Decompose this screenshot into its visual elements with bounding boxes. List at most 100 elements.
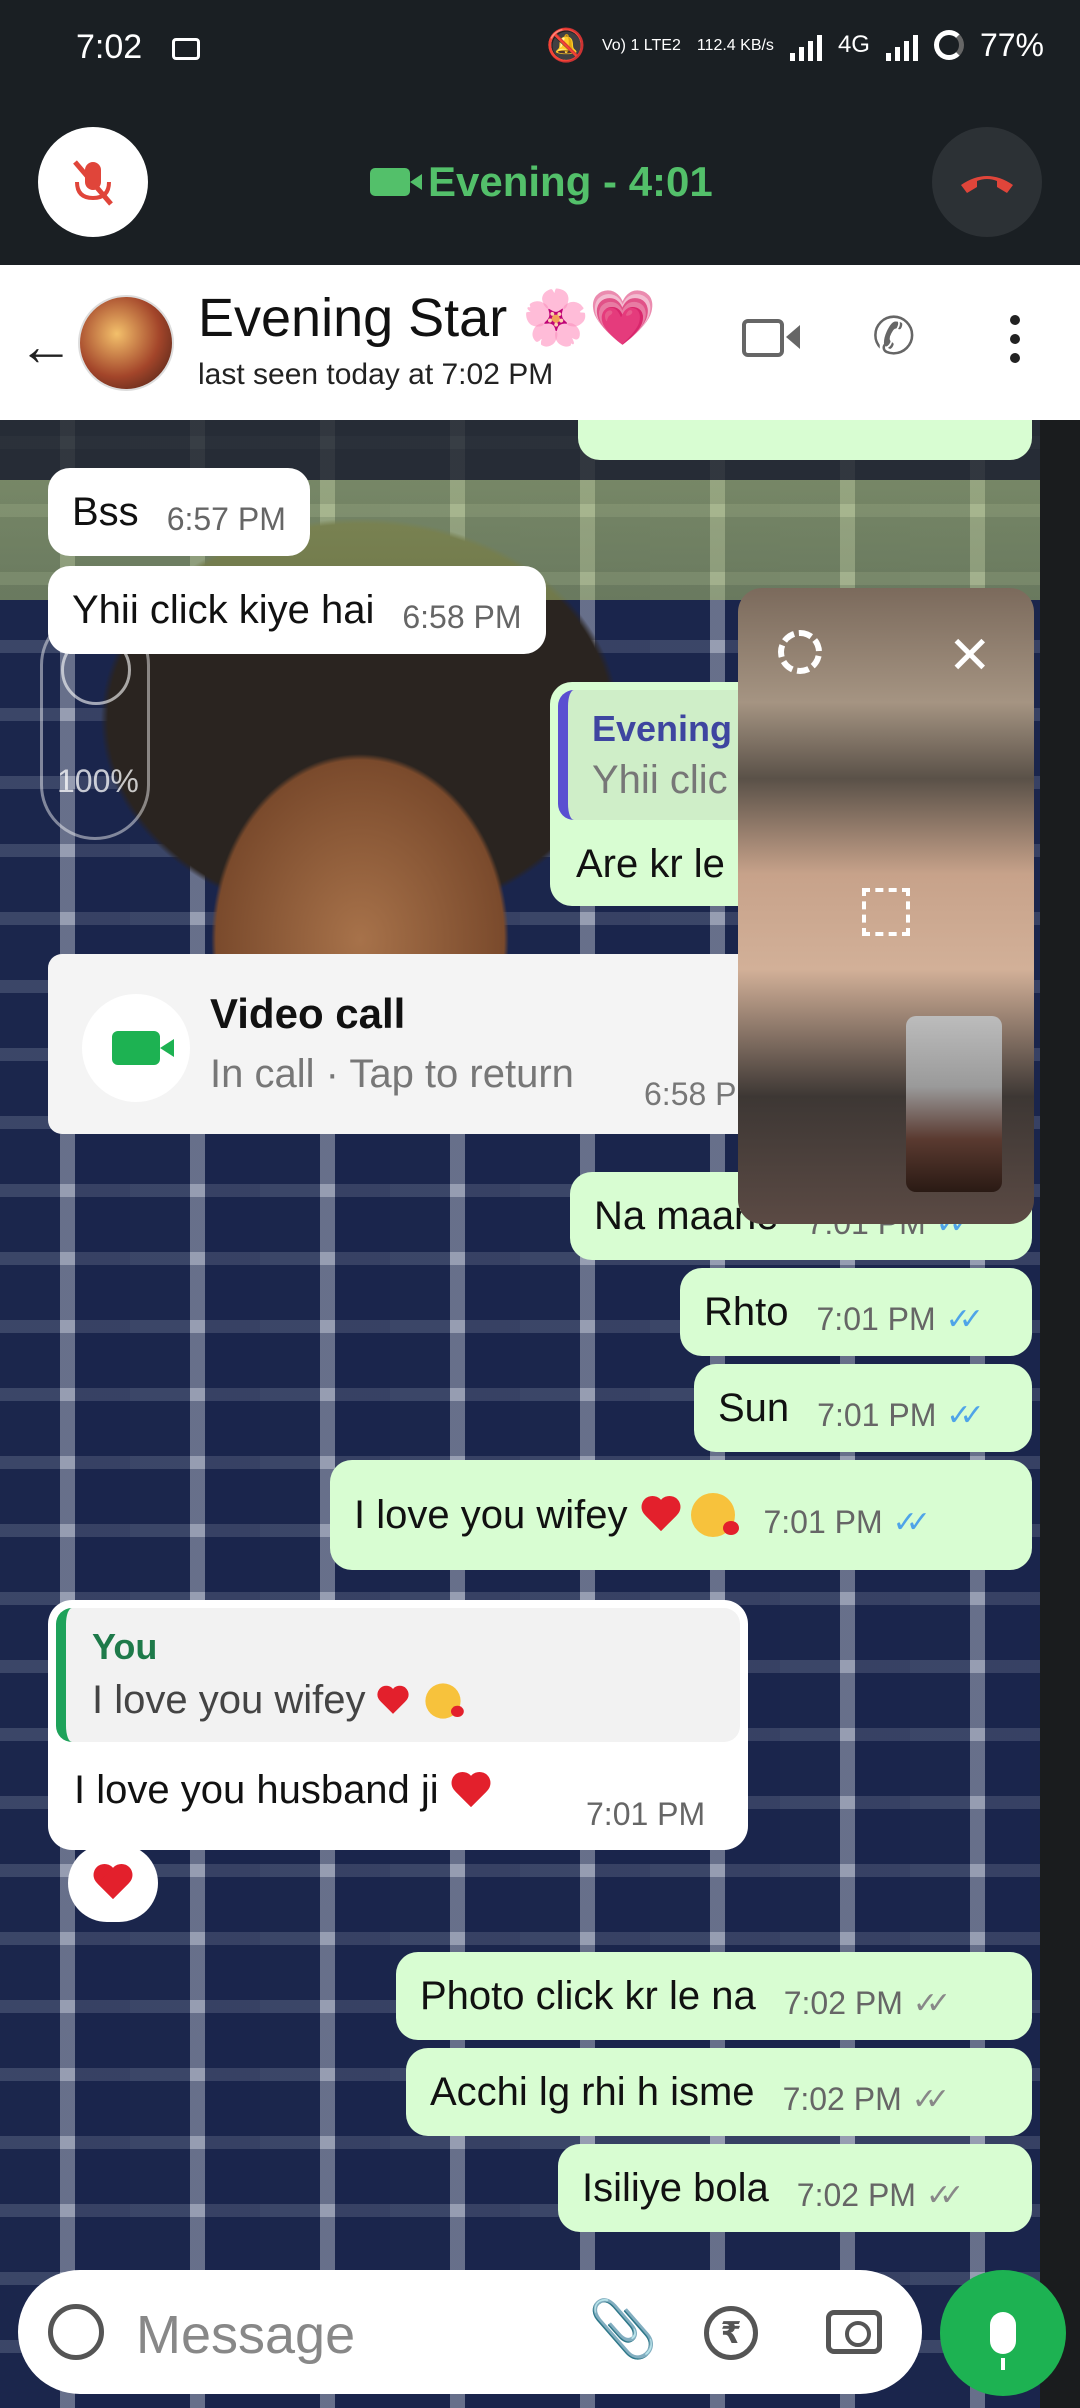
reply-quote-author: You xyxy=(92,1626,158,1667)
message-text: Bss xyxy=(72,489,139,534)
video-call-pip[interactable]: ✕ xyxy=(738,588,1034,1224)
red-heart-emoji xyxy=(639,1495,683,1535)
close-icon[interactable]: ✕ xyxy=(948,626,992,686)
reply-body: I love you husband ji xyxy=(74,1768,493,1813)
more-vert-icon[interactable] xyxy=(1010,315,1022,372)
message-input[interactable]: Message xyxy=(136,2304,355,2366)
network-type: 4G xyxy=(837,31,870,58)
video-camera-lens xyxy=(786,325,800,349)
battery-percent: 77% xyxy=(979,26,1044,63)
end-call-button[interactable] xyxy=(932,127,1042,237)
mute-button[interactable] xyxy=(38,127,148,237)
message-text: Are kr le xyxy=(576,842,725,886)
read-ticks-icon: ✓✓ xyxy=(945,1302,984,1336)
volte-label: Vo) 1 LTE2 xyxy=(601,36,681,54)
call-title[interactable]: Evening - 4:01 xyxy=(370,158,713,206)
reply-quote: You I love you wifey xyxy=(56,1608,740,1742)
heart-emoji xyxy=(449,1771,493,1811)
fullscreen-icon[interactable] xyxy=(862,888,910,936)
message-time: 7:01 PM xyxy=(586,1796,706,1832)
message-text: Acchi lg rhi h isme xyxy=(430,2069,755,2114)
message-bubble-partial[interactable] xyxy=(578,420,1032,460)
message-time: 7:01 PM xyxy=(817,1396,937,1433)
delivered-ticks-icon: ✓✓ xyxy=(925,2178,964,2212)
video-call-subtitle: In call · Tap to return xyxy=(210,1052,574,1096)
message-text: I love you wifey xyxy=(354,1492,628,1537)
screen-record-icon xyxy=(172,38,200,60)
reply-quote-author: Evening xyxy=(592,708,733,749)
message-bubble[interactable]: Acchi lg rhi h isme 7:02 PM ✓✓ xyxy=(406,2048,1032,2136)
message-time: 7:01 PM xyxy=(763,1503,883,1540)
message-text: Yhii click kiye hai xyxy=(72,587,375,632)
emoji-icon[interactable] xyxy=(48,2304,104,2360)
clock: 7:02 xyxy=(76,28,143,66)
network-speed: 112.4 KB/s xyxy=(696,36,774,54)
message-text: Photo click kr le na xyxy=(420,1973,756,2018)
message-text: Sun xyxy=(718,1385,790,1430)
mic-off-icon xyxy=(73,160,113,206)
read-ticks-icon: ✓✓ xyxy=(892,1505,931,1539)
attach-icon[interactable]: 📎 xyxy=(588,2296,658,2362)
message-bubble[interactable]: Rhto 7:01 PM ✓✓ xyxy=(680,1268,1032,1356)
avatar[interactable] xyxy=(78,295,174,391)
back-arrow-icon[interactable]: ← xyxy=(18,313,74,378)
camera-icon[interactable] xyxy=(826,2310,882,2354)
video-call-button[interactable] xyxy=(742,315,800,359)
message-time: 6:57 PM xyxy=(166,500,286,537)
message-input-bar[interactable]: Message 📎 ₹ xyxy=(18,2270,922,2394)
red-heart-emoji xyxy=(91,1863,135,1903)
end-call-icon xyxy=(961,176,1013,193)
reaction-badge[interactable] xyxy=(68,1844,158,1922)
chat-area[interactable]: 100% Bss 6:57 PM Yhii click kiye hai 6:5… xyxy=(0,420,1080,2408)
video-call-card[interactable]: Video call In call · Tap to return 6:58 … xyxy=(48,954,768,1134)
kiss-emoji xyxy=(425,1682,465,1719)
ongoing-call-bar[interactable]: Evening - 4:01 xyxy=(0,100,1080,265)
signal-icon xyxy=(789,32,822,61)
settings-icon[interactable] xyxy=(778,630,822,674)
video-camera-outline-icon xyxy=(742,319,784,357)
phone-icon[interactable]: ✆ xyxy=(872,307,916,367)
reply-quote-text: Yhii clic xyxy=(592,758,728,802)
delivered-ticks-icon: ✓✓ xyxy=(911,2082,950,2116)
background-rail xyxy=(1040,420,1080,2408)
video-call-icon-circle xyxy=(82,994,190,1102)
chat-header: ← Evening Star 🌸💗 last seen today at 7:0… xyxy=(0,265,1080,420)
mute-bell-icon: 🔕 xyxy=(546,27,586,63)
call-title-text: Evening - 4:01 xyxy=(428,158,713,205)
message-text: I love you husband ji xyxy=(74,1768,439,1812)
message-time: 6:58 PM xyxy=(402,598,522,635)
contact-name[interactable]: Evening Star 🌸💗 xyxy=(198,287,657,350)
voice-record-button[interactable] xyxy=(940,2270,1066,2396)
message-bubble[interactable]: I love you wifey 7:01 PM ✓✓ xyxy=(330,1460,1032,1570)
reply-quote-text: I love you wifey xyxy=(92,1678,366,1722)
message-time: 7:02 PM xyxy=(796,2176,916,2213)
message-bubble[interactable]: Bss 6:57 PM xyxy=(48,468,310,556)
message-bubble[interactable]: Isiliye bola 7:02 PM ✓✓ xyxy=(558,2144,1032,2232)
delivered-ticks-icon: ✓✓ xyxy=(912,1986,951,2020)
message-bubble[interactable]: Sun 7:01 PM ✓✓ xyxy=(694,1364,1032,1452)
reply-quote-content: I love you wifey xyxy=(92,1678,465,1723)
message-bubble[interactable]: Photo click kr le na 7:02 PM ✓✓ xyxy=(396,1952,1032,2040)
message-time: 7:02 PM xyxy=(783,1984,903,2021)
signal-icon-2 xyxy=(885,32,918,61)
kiss-emoji xyxy=(691,1493,740,1537)
self-view-thumbnail[interactable] xyxy=(906,1016,1002,1192)
rupee-icon[interactable]: ₹ xyxy=(704,2306,758,2360)
message-text: Isiliye bola xyxy=(582,2165,769,2210)
message-time: 7:01 PM xyxy=(816,1300,936,1337)
video-call-icon xyxy=(112,1031,174,1065)
zoom-percent: 100% xyxy=(57,763,139,799)
mic-icon xyxy=(990,2312,1016,2370)
status-bar: 7:02 🔕 Vo) 1 LTE2 112.4 KB/s 4G 77% xyxy=(0,0,1080,100)
last-seen: last seen today at 7:02 PM xyxy=(198,358,554,391)
red-heart-emoji xyxy=(376,1685,411,1717)
message-text: Rhto xyxy=(704,1289,789,1334)
message-bubble[interactable]: Yhii click kiye hai 6:58 PM xyxy=(48,566,546,654)
status-icons: 🔕 Vo) 1 LTE2 112.4 KB/s 4G 77% xyxy=(546,26,1044,64)
video-call-title: Video call xyxy=(210,990,406,1037)
read-ticks-icon: ✓✓ xyxy=(946,1398,984,1432)
battery-icon xyxy=(933,30,964,60)
reply-message-bubble[interactable]: You I love you wifey I love you husband … xyxy=(48,1600,748,1850)
message-time: 7:02 PM xyxy=(782,2080,902,2117)
video-camera-icon xyxy=(370,168,422,196)
